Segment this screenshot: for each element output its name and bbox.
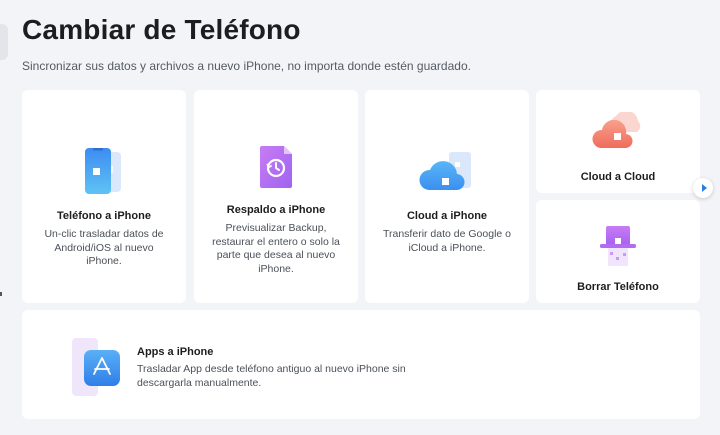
card-title: Cloud a Cloud bbox=[580, 171, 656, 183]
page-title: Cambiar de Teléfono bbox=[22, 14, 301, 45]
phone-transfer-icon bbox=[79, 146, 129, 198]
eraser-phone-icon bbox=[596, 222, 640, 270]
card-cloud-a-cloud[interactable]: Cloud a Cloud bbox=[536, 90, 700, 193]
card-title: Apps a iPhone bbox=[137, 346, 214, 358]
card-description: Transferir dato de Google o iCloud a iPh… bbox=[382, 228, 511, 254]
card-title: Respaldo a iPhone bbox=[226, 204, 326, 216]
card-telefono-a-iphone[interactable]: Teléfono a iPhone Un-clic trasladar dato… bbox=[22, 90, 186, 303]
card-description: Trasladar App desde teléfono antiguo al … bbox=[137, 363, 406, 389]
app-store-icon bbox=[70, 338, 124, 396]
card-title: Cloud a iPhone bbox=[406, 210, 488, 222]
card-apps-a-iphone[interactable]: Apps a iPhone Trasladar App desde teléfo… bbox=[22, 310, 700, 419]
cloud-cloud-icon bbox=[591, 110, 645, 152]
sidebar-edge-tab[interactable] bbox=[0, 24, 8, 60]
sidebar-edge-marker bbox=[0, 292, 2, 296]
card-respaldo-a-iphone[interactable]: Respaldo a iPhone Previsualizar Backup, … bbox=[194, 90, 358, 303]
card-description: Un-clic trasladar datos de Android/iOS a… bbox=[44, 228, 164, 267]
chevron-right-icon bbox=[701, 184, 707, 192]
card-description: Previsualizar Backup, restaurar el enter… bbox=[212, 222, 340, 275]
page-subtitle: Sincronizar sus datos y archivos a nuevo… bbox=[22, 59, 471, 73]
card-title: Teléfono a iPhone bbox=[57, 210, 151, 222]
backup-restore-icon bbox=[254, 142, 298, 190]
card-title: Borrar Teléfono bbox=[577, 281, 659, 293]
next-arrow-button[interactable] bbox=[693, 178, 713, 198]
card-borrar-telefono[interactable]: Borrar Teléfono bbox=[536, 200, 700, 303]
cloud-phone-icon bbox=[417, 148, 477, 196]
card-cloud-a-iphone[interactable]: Cloud a iPhone Transferir dato de Google… bbox=[365, 90, 529, 303]
